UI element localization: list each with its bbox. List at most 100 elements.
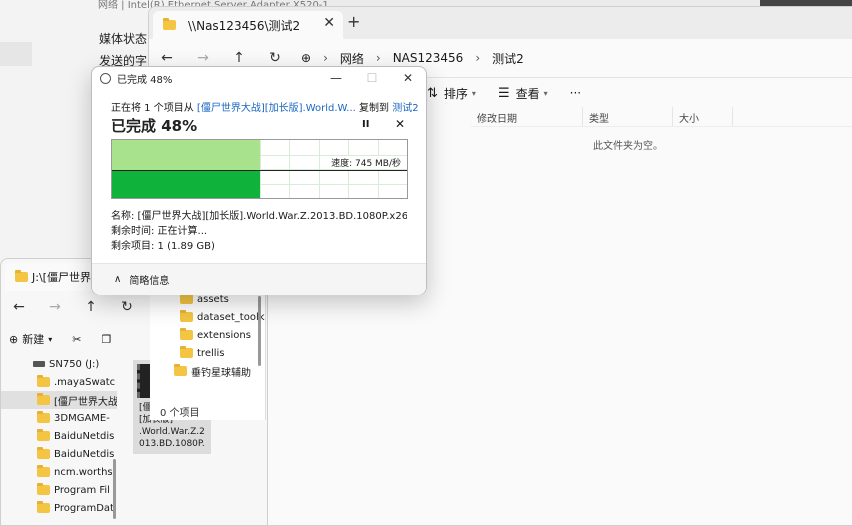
tab-nas-folder[interactable]: \\Nas123456\测试2 ✕ xyxy=(153,11,343,39)
copy-to-label: 复制到 xyxy=(359,103,390,114)
refresh-button[interactable]: ↻ xyxy=(257,50,293,66)
sidebar-item-folder[interactable]: Program Fil xyxy=(1,481,117,499)
item-count: 0 个项目 xyxy=(160,408,200,419)
cancel-button[interactable]: ✕ xyxy=(395,117,405,131)
sidebar-item-label: ncm.worths xyxy=(54,466,113,478)
sidebar-item-label: [僵尸世界大战 xyxy=(54,396,117,408)
sidebar-item-label: .mayaSwatc xyxy=(54,376,116,388)
source-link[interactable]: [僵尸世界大战][加长版].World.W... xyxy=(197,103,356,114)
up-button[interactable]: ↑ xyxy=(221,50,257,66)
tree-item[interactable]: dataset_toolk xyxy=(150,308,265,326)
tree-item[interactable]: 垂钓星球辅助 xyxy=(150,362,265,380)
sidebar-item-label: ProgramDat xyxy=(54,502,114,514)
folder-icon xyxy=(15,270,28,282)
new-icon: ⊕ xyxy=(9,332,19,346)
chevron-right-icon: › xyxy=(475,51,481,65)
sort-icon: ⇅ xyxy=(427,85,438,101)
copy-description: 正在将 1 个项目从 [僵尸世界大战][加长版].World.W... 复制到 … xyxy=(111,99,419,114)
folder-icon xyxy=(180,310,193,322)
drive-icon xyxy=(33,361,45,367)
column-header: 修改日期 类型 大小 xyxy=(471,107,852,127)
close-tab-icon[interactable]: ✕ xyxy=(323,15,335,31)
copy-icon[interactable]: ❐ xyxy=(101,333,111,346)
sidebar-item-folder[interactable]: BaiduNetdis xyxy=(1,427,117,445)
up-button[interactable]: ↑ xyxy=(73,299,109,315)
forward-button[interactable]: → xyxy=(37,299,73,315)
throughput-fill xyxy=(112,170,260,198)
chevron-down-icon: ▾ xyxy=(48,334,53,344)
minimize-button[interactable]: — xyxy=(318,67,354,89)
chevron-down-icon: ▾ xyxy=(543,88,548,98)
sort-button[interactable]: ⇅ 排序 ▾ xyxy=(427,85,476,102)
fewer-details-button[interactable]: ∧ 简略信息 xyxy=(92,263,426,295)
scrollbar[interactable] xyxy=(258,296,261,366)
column-type[interactable]: 类型 xyxy=(583,107,673,126)
back-button[interactable]: ← xyxy=(1,299,37,315)
cut-icon[interactable]: ✂ xyxy=(72,333,81,346)
scrollbar[interactable] xyxy=(113,459,116,519)
sidebar-item-label: BaiduNetdis xyxy=(54,430,115,442)
tree-item-label: dataset_toolk xyxy=(197,311,265,323)
breadcrumb-network[interactable]: 网络 xyxy=(340,50,364,67)
tree-item-label: 垂钓星球辅助 xyxy=(191,367,251,379)
folder-icon xyxy=(163,18,176,30)
media-state-label: 媒体状态 xyxy=(99,32,148,46)
sidebar-item-folder[interactable]: BaiduNetdis xyxy=(1,445,117,463)
pause-button[interactable]: II xyxy=(362,119,369,130)
maximize-button[interactable]: ☐ xyxy=(354,67,390,89)
fewer-details-label: 简略信息 xyxy=(129,276,170,287)
chevron-down-icon: ▾ xyxy=(471,88,476,98)
tab-title: J:\[僵尸世界 xyxy=(32,271,91,284)
empty-folder-message: 此文件夹为空。 xyxy=(593,141,663,152)
breadcrumb-nas[interactable]: NAS123456 xyxy=(393,51,464,65)
sidebar-item-folder-selected[interactable]: [僵尸世界大战 xyxy=(1,391,117,409)
sidebar-item-folder[interactable]: 3DMGAME- xyxy=(1,409,117,427)
more-icon: ··· xyxy=(569,86,582,100)
sidebar-item-drive[interactable]: SN750 (J:) xyxy=(1,355,117,373)
folder-tree-pane: assets dataset_toolk extensions trellis … xyxy=(150,290,266,420)
breadcrumb-folder[interactable]: 测试2 xyxy=(492,50,524,67)
network-icon: ⊕ xyxy=(301,51,312,65)
folder-icon xyxy=(37,447,50,459)
speed-line xyxy=(112,169,407,171)
clock-icon xyxy=(100,73,111,84)
chevron-right-icon: › xyxy=(323,51,328,65)
folder-icon xyxy=(37,465,50,477)
folder-icon xyxy=(37,393,50,405)
sort-label: 排序 xyxy=(443,86,468,101)
tree-item-label: assets xyxy=(197,293,229,305)
chevron-right-icon: › xyxy=(375,51,381,65)
tree-item[interactable]: trellis xyxy=(150,344,265,362)
refresh-button[interactable]: ↻ xyxy=(109,299,145,315)
tab-bar: \\Nas123456\测试2 ✕ + xyxy=(149,7,852,39)
column-size[interactable]: 大小 xyxy=(673,107,733,126)
close-button[interactable]: ✕ xyxy=(390,67,426,89)
sidebar-item-label: BaiduNetdis xyxy=(54,448,115,460)
forward-button[interactable]: → xyxy=(185,50,221,66)
left-command-bar: ⊕ 新建 ▾ ✂ ❐ xyxy=(9,331,111,347)
items-remaining: 剩余项目: 1 (1.89 GB) xyxy=(111,241,215,252)
sidebar-item-label: SN750 (J:) xyxy=(49,358,100,370)
sidebar-item-folder[interactable]: .mayaSwatc xyxy=(1,373,117,391)
navigation-pane: SN750 (J:) .mayaSwatc [僵尸世界大战 3DMGAME- B… xyxy=(1,355,117,526)
sidebar-item-folder[interactable]: ProgramDat xyxy=(1,499,117,517)
sidebar-item-label: Program Fil xyxy=(54,484,110,496)
more-options-button[interactable]: ··· xyxy=(570,86,581,100)
chevron-up-icon: ∧ xyxy=(114,274,122,285)
back-button[interactable]: ← xyxy=(149,50,185,66)
transfer-speed-graph: 速度: 745 MB/秒 xyxy=(111,139,408,199)
folder-icon xyxy=(174,364,187,376)
view-button[interactable]: ☰ 查看 ▾ xyxy=(498,85,548,102)
speed-label: 速度: 745 MB/秒 xyxy=(329,156,403,169)
destination-link[interactable]: 测试2 xyxy=(392,103,418,114)
folder-icon xyxy=(37,501,50,513)
sidebar-item-folder[interactable]: ncm.worths xyxy=(1,463,117,481)
tree-item-label: extensions xyxy=(197,329,251,341)
tree-item-label: trellis xyxy=(197,347,225,359)
tree-item[interactable]: extensions xyxy=(150,326,265,344)
column-modified[interactable]: 修改日期 xyxy=(471,107,583,126)
new-button[interactable]: 新建 xyxy=(22,331,44,347)
file-name-line: 名称: [僵尸世界大战][加长版].World.War.Z.2013.BD.10… xyxy=(111,211,407,222)
new-tab-button[interactable]: + xyxy=(347,12,360,31)
left-nav-bar: ← → ↑ ↻ xyxy=(1,293,145,321)
